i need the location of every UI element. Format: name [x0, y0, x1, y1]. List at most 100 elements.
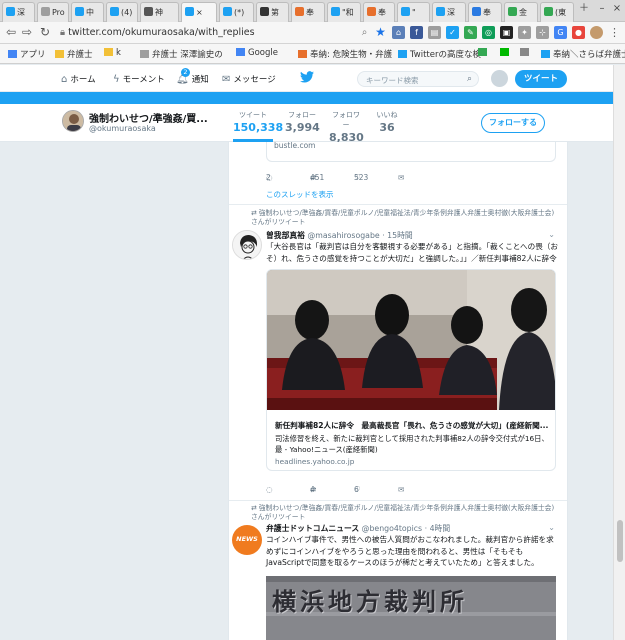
tweet-author-handle[interactable]: @bengo4topics — [362, 524, 422, 533]
stat-tweets[interactable]: ツイート 150,338 — [233, 110, 283, 142]
browser-tab[interactable]: (*) — [219, 2, 254, 22]
retweet-note[interactable]: ⇄ 強制わいせつ/準強姦/買春/児童ポルノ/児童福祉法/青少年条例弁護人弁護士奥村… — [251, 504, 559, 522]
extension-home-icon[interactable]: ⌂ — [392, 26, 405, 39]
search-icon: ⌕ — [466, 74, 472, 84]
facebook-icon[interactable]: f — [410, 26, 423, 39]
browser-tab-label: 神 — [155, 8, 163, 17]
close-window-icon[interactable]: × — [611, 3, 623, 15]
browser-tab[interactable]: "和 — [327, 2, 361, 22]
bookmark-label: 奉納＼さらば弁護士 — [553, 50, 625, 60]
browser-tab[interactable]: 奉 — [468, 2, 502, 22]
tweet-menu-chevron-icon[interactable]: ⌄ — [548, 523, 555, 532]
browser-tab[interactable]: Pro — [37, 2, 69, 22]
google-icon — [236, 48, 245, 56]
profile-avatar[interactable] — [62, 110, 84, 132]
browser-tab-label: "和 — [342, 8, 354, 17]
bookmark-item[interactable] — [520, 48, 532, 58]
profile-avatar-icon[interactable] — [590, 26, 603, 39]
envelope-icon: ✉ — [222, 74, 231, 85]
search-icon[interactable]: ⌕ — [358, 26, 371, 39]
bookmark-star-icon[interactable]: ★ — [374, 26, 387, 39]
browser-tab[interactable]: 金 — [504, 2, 538, 22]
tweet-time[interactable]: · 4時間 — [425, 524, 451, 533]
tweet-author-avatar[interactable]: NEWS — [232, 525, 262, 555]
previous-tweet-card[interactable]: bustle.com — [266, 142, 556, 162]
browser-tab[interactable]: × — [181, 2, 217, 22]
stat-following[interactable]: フォロー 3,994 — [285, 110, 320, 134]
puzzle-extension-icon[interactable]: ✦ — [518, 26, 531, 39]
minimize-icon[interactable]: – — [596, 3, 608, 15]
browser-tab-label: (東 — [555, 8, 567, 17]
new-tab-button[interactable]: ＋ — [578, 3, 590, 15]
address-bar-row: ⇦ ⇨ ↻ 🔒︎ twitter.com/okumuraosaka/with_re… — [0, 22, 625, 44]
nav-moments[interactable]: ϟ モーメント — [113, 73, 165, 85]
twitter-icon — [398, 50, 407, 58]
browser-tab[interactable]: (4) — [106, 2, 138, 22]
browser-tab[interactable]: 奉 — [363, 2, 395, 22]
scrollbar-thumb[interactable] — [617, 520, 623, 562]
reload-icon[interactable]: ↻ — [40, 25, 50, 39]
forward-icon[interactable]: ⇨ — [22, 25, 32, 39]
twitter-search-input[interactable]: キーワード検索 ⌕ — [357, 71, 479, 87]
bookmark-item[interactable]: アプリ — [8, 48, 46, 60]
browser-tab-label: 深 — [447, 8, 455, 17]
extension-icon[interactable]: ▤ — [428, 26, 441, 39]
bookmark-item[interactable]: Twitterの高度な検 — [398, 48, 481, 60]
browser-tab[interactable]: (東 — [540, 2, 574, 22]
nav-messages[interactable]: ✉ メッセージ — [222, 73, 276, 85]
tweet-author-handle[interactable]: @masahirosogabe — [307, 231, 379, 240]
stat-followers[interactable]: フォロワー 8,830 — [329, 110, 364, 144]
envelope-icon: ✉ — [398, 173, 405, 182]
translate-icon[interactable]: G — [554, 26, 567, 39]
evernote-icon[interactable]: ✎ — [464, 26, 477, 39]
browser-tab[interactable]: 奉 — [291, 2, 325, 22]
twitter-logo-icon[interactable] — [300, 71, 314, 87]
folder-icon — [104, 48, 113, 56]
browser-tab[interactable]: " — [397, 2, 430, 22]
browser-tab-label: 奉 — [483, 8, 491, 17]
show-thread-link[interactable]: このスレッドを表示 — [266, 189, 334, 200]
url-field[interactable]: 🔒︎ twitter.com/okumuraosaka/with_replies — [60, 25, 360, 41]
tweet-author-name[interactable]: 弁護士ドットコムニュース — [266, 524, 359, 533]
profile-handle: @okumuraosaka — [89, 124, 156, 133]
bookmark-item[interactable]: k — [104, 48, 121, 58]
cast-icon[interactable]: ⊹ — [536, 26, 549, 39]
twitter-bird-icon — [401, 7, 410, 16]
back-icon[interactable]: ⇦ — [6, 25, 16, 39]
bookmark-item[interactable]: 弁護士 — [55, 48, 93, 60]
wikipedia-icon — [260, 7, 269, 16]
tweet-author-name[interactable]: 曽我部真裕 — [266, 231, 305, 240]
tweet-author-avatar[interactable] — [232, 230, 262, 260]
building-sign-text: 横浜地方裁判所 — [272, 588, 468, 616]
browser-tab[interactable]: 第 — [256, 2, 289, 22]
bookmark-item[interactable] — [478, 48, 490, 58]
browser-tab[interactable]: 深 — [432, 2, 466, 22]
sync-extension-icon[interactable]: ◎ — [482, 26, 495, 39]
adblock-icon[interactable]: ● — [572, 26, 585, 39]
tweet-image[interactable]: 横浜地方裁判所 — [266, 576, 556, 640]
bookmark-item[interactable]: 弁護士 深澤諭史の — [140, 48, 223, 60]
browser-tab[interactable]: 神 — [140, 2, 179, 22]
link-card[interactable]: 新任判事補82人に辞令 最高裁長官「畏れ、危うさの感覚が大切」(産経新聞... … — [266, 269, 556, 471]
follow-button[interactable]: フォローする — [481, 113, 545, 133]
tweet-header: 曽我部真裕 @masahirosogabe · 15時間 — [266, 230, 413, 241]
dark-extension-icon[interactable]: ▣ — [500, 26, 513, 39]
tweet-button[interactable]: ツイート — [515, 70, 567, 88]
page-scrollbar[interactable] — [613, 65, 625, 640]
browser-menu-icon[interactable]: ⋮ — [608, 26, 621, 39]
nav-home[interactable]: ⌂ ホーム — [61, 73, 96, 85]
notifications-badge: 2 — [181, 68, 190, 77]
stat-likes[interactable]: いいね 36 — [374, 110, 400, 134]
twitter-extension-icon[interactable]: ✓ — [446, 26, 459, 39]
browser-tab[interactable]: 中 — [71, 2, 104, 22]
bookmark-item[interactable] — [500, 48, 512, 58]
bookmark-item[interactable]: 奉納＼さらば弁護士 — [541, 48, 625, 60]
browser-tab[interactable]: 深 — [2, 2, 35, 22]
browser-tab-label: 奉 — [306, 8, 314, 17]
tweet-time[interactable]: · 15時間 — [382, 231, 412, 240]
user-avatar[interactable] — [491, 70, 508, 87]
bookmark-item[interactable]: 奉納: 危険生物・弁護 — [298, 48, 392, 60]
retweet-note[interactable]: ⇄ 強制わいせつ/準強姦/買春/児童ポルノ/児童福祉法/青少年条例弁護人弁護士奥村… — [251, 209, 559, 227]
tweet-menu-chevron-icon[interactable]: ⌄ — [548, 230, 555, 239]
bookmark-item[interactable]: Google — [236, 48, 278, 58]
